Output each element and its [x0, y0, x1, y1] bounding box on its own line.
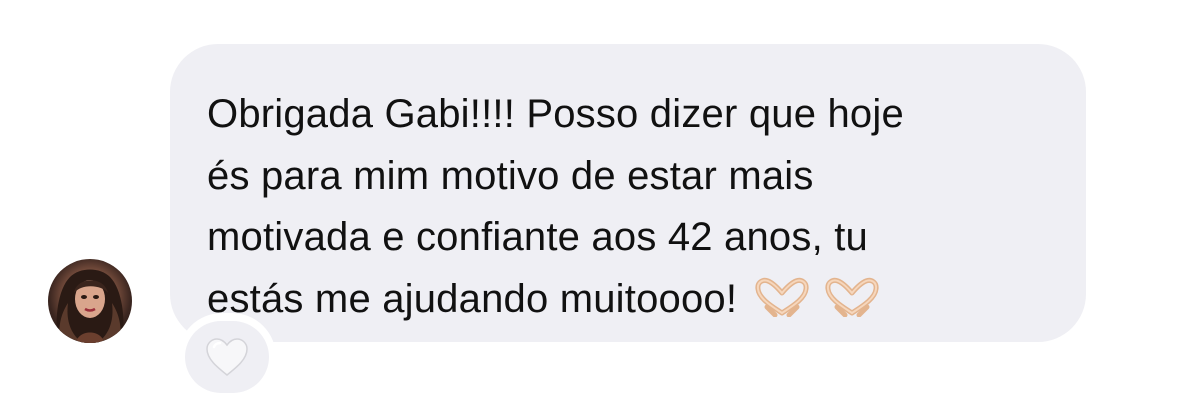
message-line-3: motivada e confiante aos 42 anos, tu	[207, 215, 868, 259]
message-text: Obrigada Gabi!!!! Posso dizer que hoje é…	[207, 84, 1048, 332]
message-line-1: Obrigada Gabi!!!! Posso dizer que hoje	[207, 92, 904, 136]
white-heart-icon	[206, 338, 248, 376]
message-bubble[interactable]: Obrigada Gabi!!!! Posso dizer que hoje é…	[170, 44, 1086, 342]
reaction-badge[interactable]	[185, 321, 269, 393]
profile-photo-icon	[56, 269, 124, 343]
avatar[interactable]	[48, 259, 132, 343]
heart-hands-icon	[755, 277, 809, 317]
message-line-4: estás me ajudando muitoooo!	[207, 276, 738, 321]
emoji-group	[753, 264, 893, 326]
heart-hands-icon	[825, 277, 879, 317]
chat-message-row: Obrigada Gabi!!!! Posso dizer que hoje é…	[0, 0, 1178, 410]
message-line-2: és para mim motivo de estar mais	[207, 153, 814, 198]
